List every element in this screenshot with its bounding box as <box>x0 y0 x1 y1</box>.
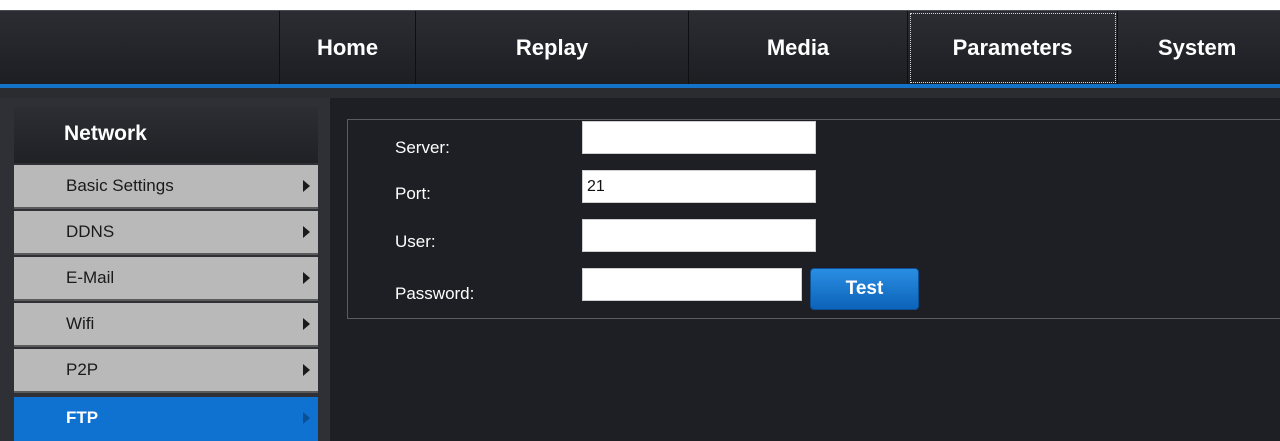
nav-shadow <box>0 88 1280 98</box>
chevron-right-icon <box>303 412 310 424</box>
chevron-right-icon <box>303 180 310 192</box>
sidebar-item-label: FTP <box>66 408 99 427</box>
nav-media[interactable]: Media <box>689 11 908 85</box>
sidebar-item-label: Wifi <box>66 314 95 333</box>
sidebar-item-label: P2P <box>66 360 99 379</box>
sidebar-item-label: E-Mail <box>66 268 115 287</box>
password-input[interactable] <box>582 268 802 301</box>
nav-system[interactable]: System <box>1118 11 1280 85</box>
sidebar-title: Network <box>64 122 147 145</box>
nav-spacer <box>0 11 280 85</box>
sidebar-item-p2p[interactable]: P2P <box>14 349 318 393</box>
port-input[interactable] <box>582 170 816 203</box>
sidebar-item-label: Basic Settings <box>66 176 174 195</box>
sidebar-item-email[interactable]: E-Mail <box>14 257 318 301</box>
server-input[interactable] <box>582 121 816 154</box>
chevron-right-icon <box>303 272 310 284</box>
chevron-right-icon <box>303 318 310 330</box>
nav-home[interactable]: Home <box>280 11 416 85</box>
port-label: Port: <box>395 184 431 203</box>
nav-replay[interactable]: Replay <box>416 11 689 85</box>
top-strip <box>0 0 1280 10</box>
server-label: Server: <box>395 138 450 157</box>
chevron-right-icon <box>303 226 310 238</box>
chevron-right-icon <box>303 364 310 376</box>
nav-parameters[interactable]: Parameters <box>908 11 1118 85</box>
sidebar-item-basic-settings[interactable]: Basic Settings <box>14 165 318 209</box>
password-label: Password: <box>395 284 475 303</box>
user-label: User: <box>395 232 436 251</box>
sidebar-item-ftp[interactable]: FTP <box>14 397 318 441</box>
top-nav: Home Replay Media Parameters System <box>0 10 1280 85</box>
sidebar-item-wifi[interactable]: Wifi <box>14 303 318 347</box>
sidebar-item-label: DDNS <box>66 222 115 241</box>
user-input[interactable] <box>582 219 816 252</box>
sidebar-header: Network <box>14 106 318 163</box>
sidebar-item-ddns[interactable]: DDNS <box>14 211 318 255</box>
test-button[interactable]: Test <box>810 268 919 310</box>
sidebar: Network Basic Settings DDNS E-Mail Wifi … <box>0 98 330 441</box>
